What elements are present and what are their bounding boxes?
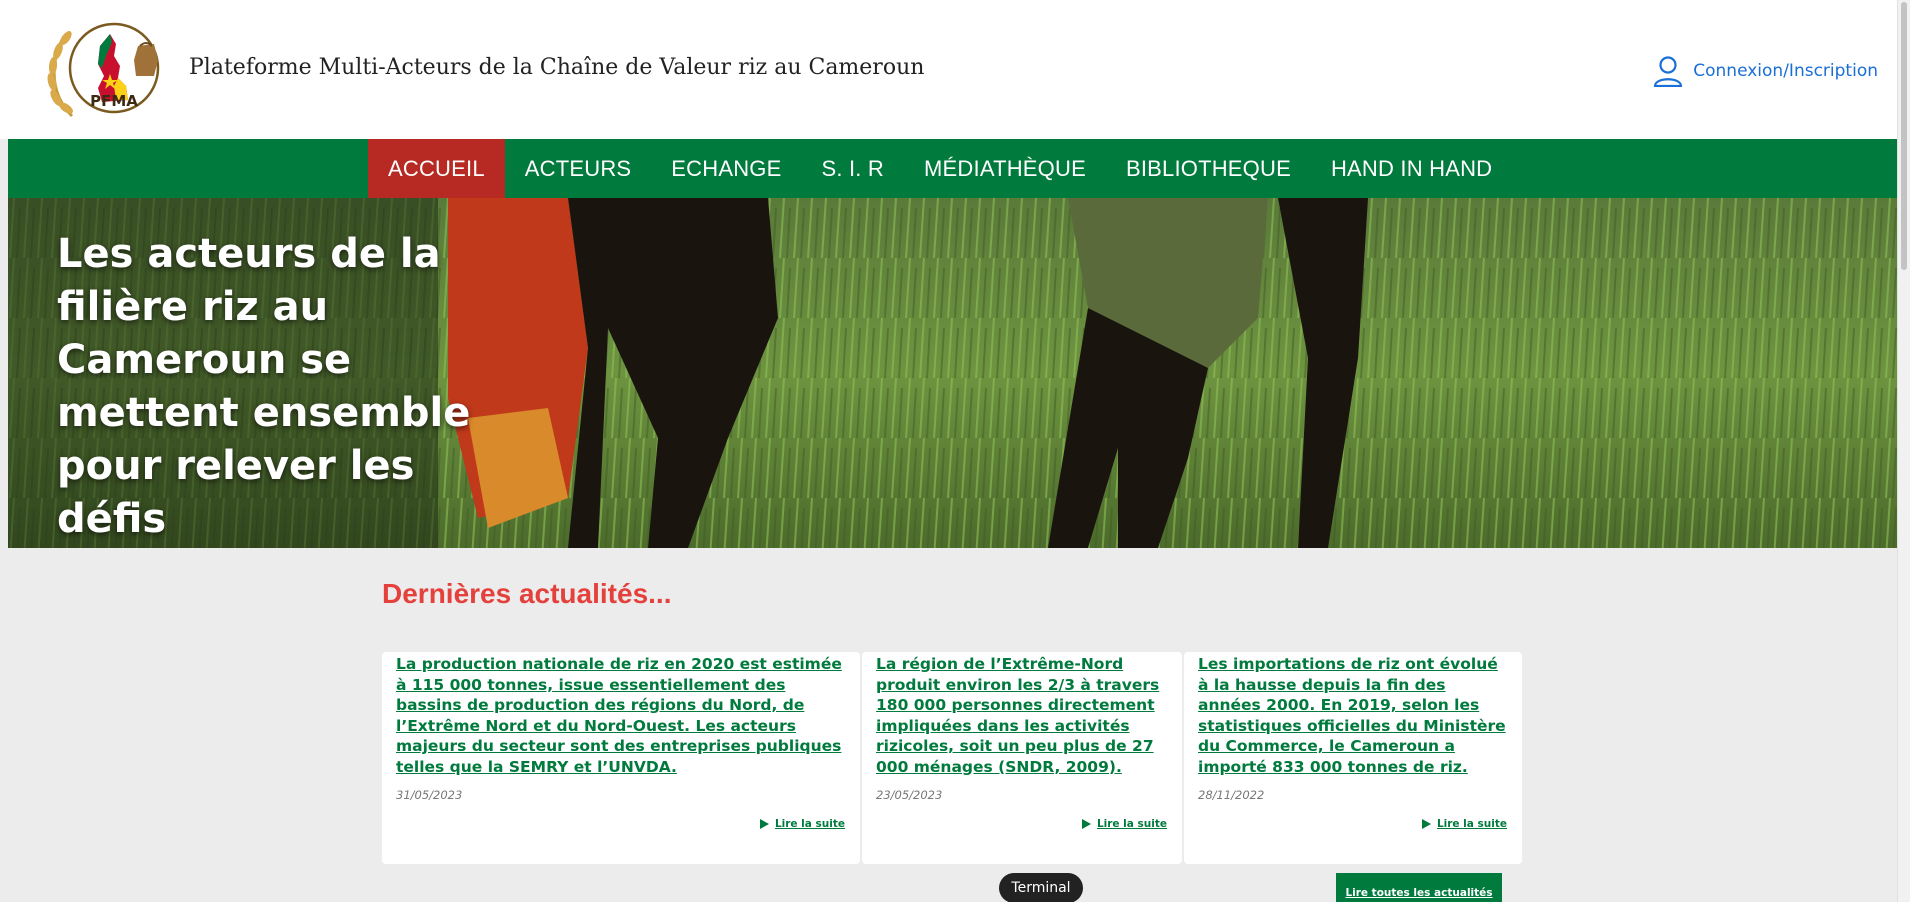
all-news-button[interactable]: Lire toutes les actualités <box>1336 873 1502 902</box>
pfma-logo[interactable]: PFMA <box>42 16 182 128</box>
read-more-link[interactable]: Lire la suite <box>1081 818 1167 830</box>
hero-banner: Les acteurs de la filière riz au Camerou… <box>8 198 1898 548</box>
scrollbar-thumb[interactable] <box>1901 2 1907 270</box>
news-cards: La production nationale de riz en 2020 e… <box>382 652 1522 864</box>
news-card: Les importations de riz ont évolué à la … <box>1184 652 1522 864</box>
play-icon <box>1421 819 1431 829</box>
nav-list: ACCUEIL ACTEURS ECHANGE S. I. R MÉDIATHÈ… <box>368 139 1512 198</box>
nav-item-hand-in-hand[interactable]: HAND IN HAND <box>1311 139 1512 198</box>
logo-text: PFMA <box>90 92 138 110</box>
news-card: La région de l’Extrême-Nord produit envi… <box>862 652 1182 864</box>
read-more-label: Lire la suite <box>1436 818 1507 830</box>
news-card-title[interactable]: La région de l’Extrême-Nord produit envi… <box>876 654 1168 777</box>
nav-item-acteurs[interactable]: ACTEURS <box>505 139 652 198</box>
read-more-link[interactable]: Lire la suite <box>759 818 845 830</box>
read-more-label: Lire la suite <box>774 818 845 830</box>
nav-item-echange[interactable]: ECHANGE <box>651 139 801 198</box>
hero-title: Les acteurs de la filière riz au Camerou… <box>57 231 471 542</box>
news-card: La production nationale de riz en 2020 e… <box>382 652 860 864</box>
play-icon <box>759 819 769 829</box>
site-title: Plateforme Multi-Acteurs de la Chaîne de… <box>189 55 925 80</box>
terminal-tooltip[interactable]: Terminal <box>999 873 1083 902</box>
site-header: PFMA Plateforme Multi-Acteurs de la Chaî… <box>0 0 1898 139</box>
nav-item-sir[interactable]: S. I. R <box>802 139 905 198</box>
news-card-date: 31/05/2023 <box>396 788 463 802</box>
page-scrollbar[interactable] <box>1897 0 1910 902</box>
user-icon <box>1654 56 1683 87</box>
nav-item-accueil[interactable]: ACCUEIL <box>368 139 505 198</box>
news-card-date: 23/05/2023 <box>876 788 943 802</box>
read-more-label: Lire la suite <box>1096 818 1167 830</box>
read-more-link[interactable]: Lire la suite <box>1421 818 1507 830</box>
login-label: Connexion/Inscription <box>1693 61 1878 81</box>
news-card-date: 28/11/2022 <box>1198 788 1265 802</box>
news-heading: Dernières actualités... <box>382 578 672 609</box>
nav-item-bibliotheque[interactable]: BIBLIOTHEQUE <box>1106 139 1311 198</box>
news-card-title[interactable]: Les importations de riz ont évolué à la … <box>1198 654 1508 777</box>
page: PFMA Plateforme Multi-Acteurs de la Chaî… <box>0 0 1898 902</box>
play-icon <box>1081 819 1091 829</box>
news-card-title[interactable]: La production nationale de riz en 2020 e… <box>396 654 846 777</box>
nav-item-mediatheque[interactable]: MÉDIATHÈQUE <box>904 139 1106 198</box>
login-link[interactable]: Connexion/Inscription <box>1653 55 1878 87</box>
main-navbar: ACCUEIL ACTEURS ECHANGE S. I. R MÉDIATHÈ… <box>8 139 1898 198</box>
